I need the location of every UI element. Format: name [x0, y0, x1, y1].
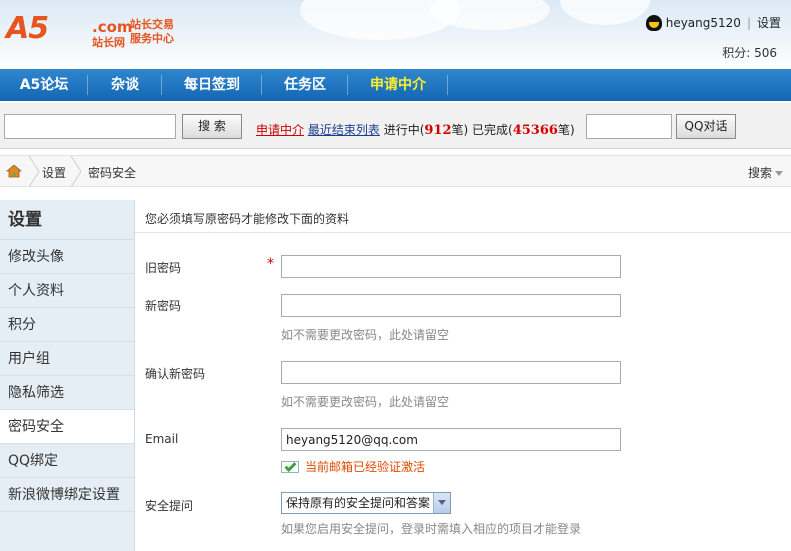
security-question-hint: 如果您启用安全提问，登录时需填入相应的项目才能登录 [281, 522, 582, 536]
sidebar-item-usergroup[interactable]: 用户组 [0, 342, 134, 376]
apply-agent-link[interactable]: 申请中介 [256, 123, 304, 137]
sidebar-item-profile[interactable]: 个人资料 [0, 274, 134, 308]
new-password-label: 新密码 [145, 299, 182, 313]
in-progress-suffix: 笔) [451, 123, 469, 137]
chevron-down-icon[interactable] [433, 493, 450, 513]
security-question-label: 安全提问 [145, 499, 194, 513]
done-suffix: 笔) [557, 123, 575, 137]
required-mark: * [267, 256, 274, 272]
search-bar: 搜 索 申请中介 最近结束列表 进行中(912笔) 已完成(45366笔) QQ… [0, 103, 791, 149]
done-prefix: 已完成( [472, 123, 513, 137]
quick-search-label: 搜索 [747, 166, 772, 180]
username-link[interactable]: heyang5120 [666, 16, 741, 30]
user-bar: heyang5120 | 设置 [645, 14, 781, 31]
nav-item-chat[interactable]: 杂谈 [88, 69, 162, 101]
email-verified-text: 当前邮箱已经验证激活 [305, 460, 426, 474]
breadcrumb: 设置 密码安全 搜索 [0, 155, 791, 187]
breadcrumb-chevron-icon [70, 156, 82, 187]
email-label: Email [145, 432, 179, 446]
in-progress-count: 912 [424, 123, 452, 138]
agent-stats: 申请中介 最近结束列表 进行中(912笔) 已完成(45366笔) [256, 121, 575, 138]
security-question-select[interactable]: 保持原有的安全提问和答案 [281, 492, 451, 514]
main-nav: A5论坛 杂谈 每日签到 任务区 申请中介 [0, 69, 791, 101]
cloud-decoration [560, 0, 650, 25]
logo-slogan: 站长交易 服务中心 [130, 18, 174, 46]
logo-site: 站长网 [92, 36, 125, 49]
divider [135, 232, 791, 233]
chevron-down-icon [775, 171, 783, 176]
nav-item-checkin[interactable]: 每日签到 [162, 69, 262, 101]
new-password-hint: 如不需要更改密码，此处请留空 [281, 328, 450, 342]
sidebar-item-weibo-bind[interactable]: 新浪微博绑定设置 [0, 478, 134, 512]
nav-item-forum[interactable]: A5论坛 [0, 69, 88, 101]
breadcrumb-chevron-icon [28, 156, 40, 187]
sidebar-item-password-security[interactable]: 密码安全 [0, 410, 134, 444]
logo-slogan-line-2: 服务中心 [130, 32, 174, 45]
site-header: A5 .com 站长网 站长交易 服务中心 heyang5120 | 设置 积分… [0, 0, 791, 69]
sidebar-title: 设置 [0, 200, 134, 240]
sidebar-item-qq-bind[interactable]: QQ绑定 [0, 444, 134, 478]
home-icon[interactable] [6, 164, 22, 178]
qq-number-input[interactable] [586, 114, 672, 139]
sidebar-item-privacy[interactable]: 隐私筛选 [0, 376, 134, 410]
breadcrumb-settings[interactable]: 设置 [42, 164, 66, 181]
mail-check-icon [281, 459, 299, 473]
old-password-label: 旧密码 [145, 261, 182, 275]
confirm-password-label: 确认新密码 [145, 367, 206, 381]
qq-chat-button[interactable]: QQ对话 [676, 114, 736, 139]
confirm-password-field[interactable] [281, 361, 621, 384]
confirm-password-hint: 如不需要更改密码，此处请留空 [281, 395, 450, 409]
form-notice: 您必须填写原密码才能修改下面的资料 [145, 212, 350, 226]
quick-search-menu[interactable]: 搜索 [748, 164, 783, 181]
recent-list-link[interactable]: 最近结束列表 [308, 123, 380, 137]
sidebar-item-avatar[interactable]: 修改头像 [0, 240, 134, 274]
done-count: 45366 [512, 123, 558, 138]
breadcrumb-password-security: 密码安全 [88, 166, 137, 180]
nav-item-tasks[interactable]: 任务区 [262, 69, 348, 101]
logo-brand: A5 [6, 11, 49, 46]
qq-penguin-icon [645, 14, 662, 31]
search-input[interactable] [4, 114, 176, 139]
email-field[interactable] [281, 428, 621, 451]
settings-link[interactable]: 设置 [757, 14, 781, 31]
sidebar-item-credits[interactable]: 积分 [0, 308, 134, 342]
points-display[interactable]: 积分: 506 [722, 44, 777, 61]
in-progress-prefix: 进行中( [383, 123, 425, 137]
site-logo[interactable]: A5 .com 站长网 站长交易 服务中心 [6, 12, 186, 56]
new-password-field[interactable] [281, 294, 621, 317]
settings-sidebar: 设置 修改头像 个人资料 积分 用户组 隐私筛选 密码安全 QQ绑定 新浪微博绑… [0, 200, 135, 551]
email-verified-status: 当前邮箱已经验证激活 [281, 458, 425, 475]
password-form: 您必须填写原密码才能修改下面的资料 旧密码 * 新密码 如不需要更改密码，此处请… [135, 200, 791, 551]
search-button[interactable]: 搜 索 [182, 114, 242, 139]
old-password-field[interactable] [281, 255, 621, 278]
logo-slogan-line-1: 站长交易 [130, 18, 174, 31]
security-question-value: 保持原有的安全提问和答案 [286, 496, 431, 510]
nav-item-apply-agent[interactable]: 申请中介 [348, 69, 448, 101]
separator: | [746, 15, 751, 30]
